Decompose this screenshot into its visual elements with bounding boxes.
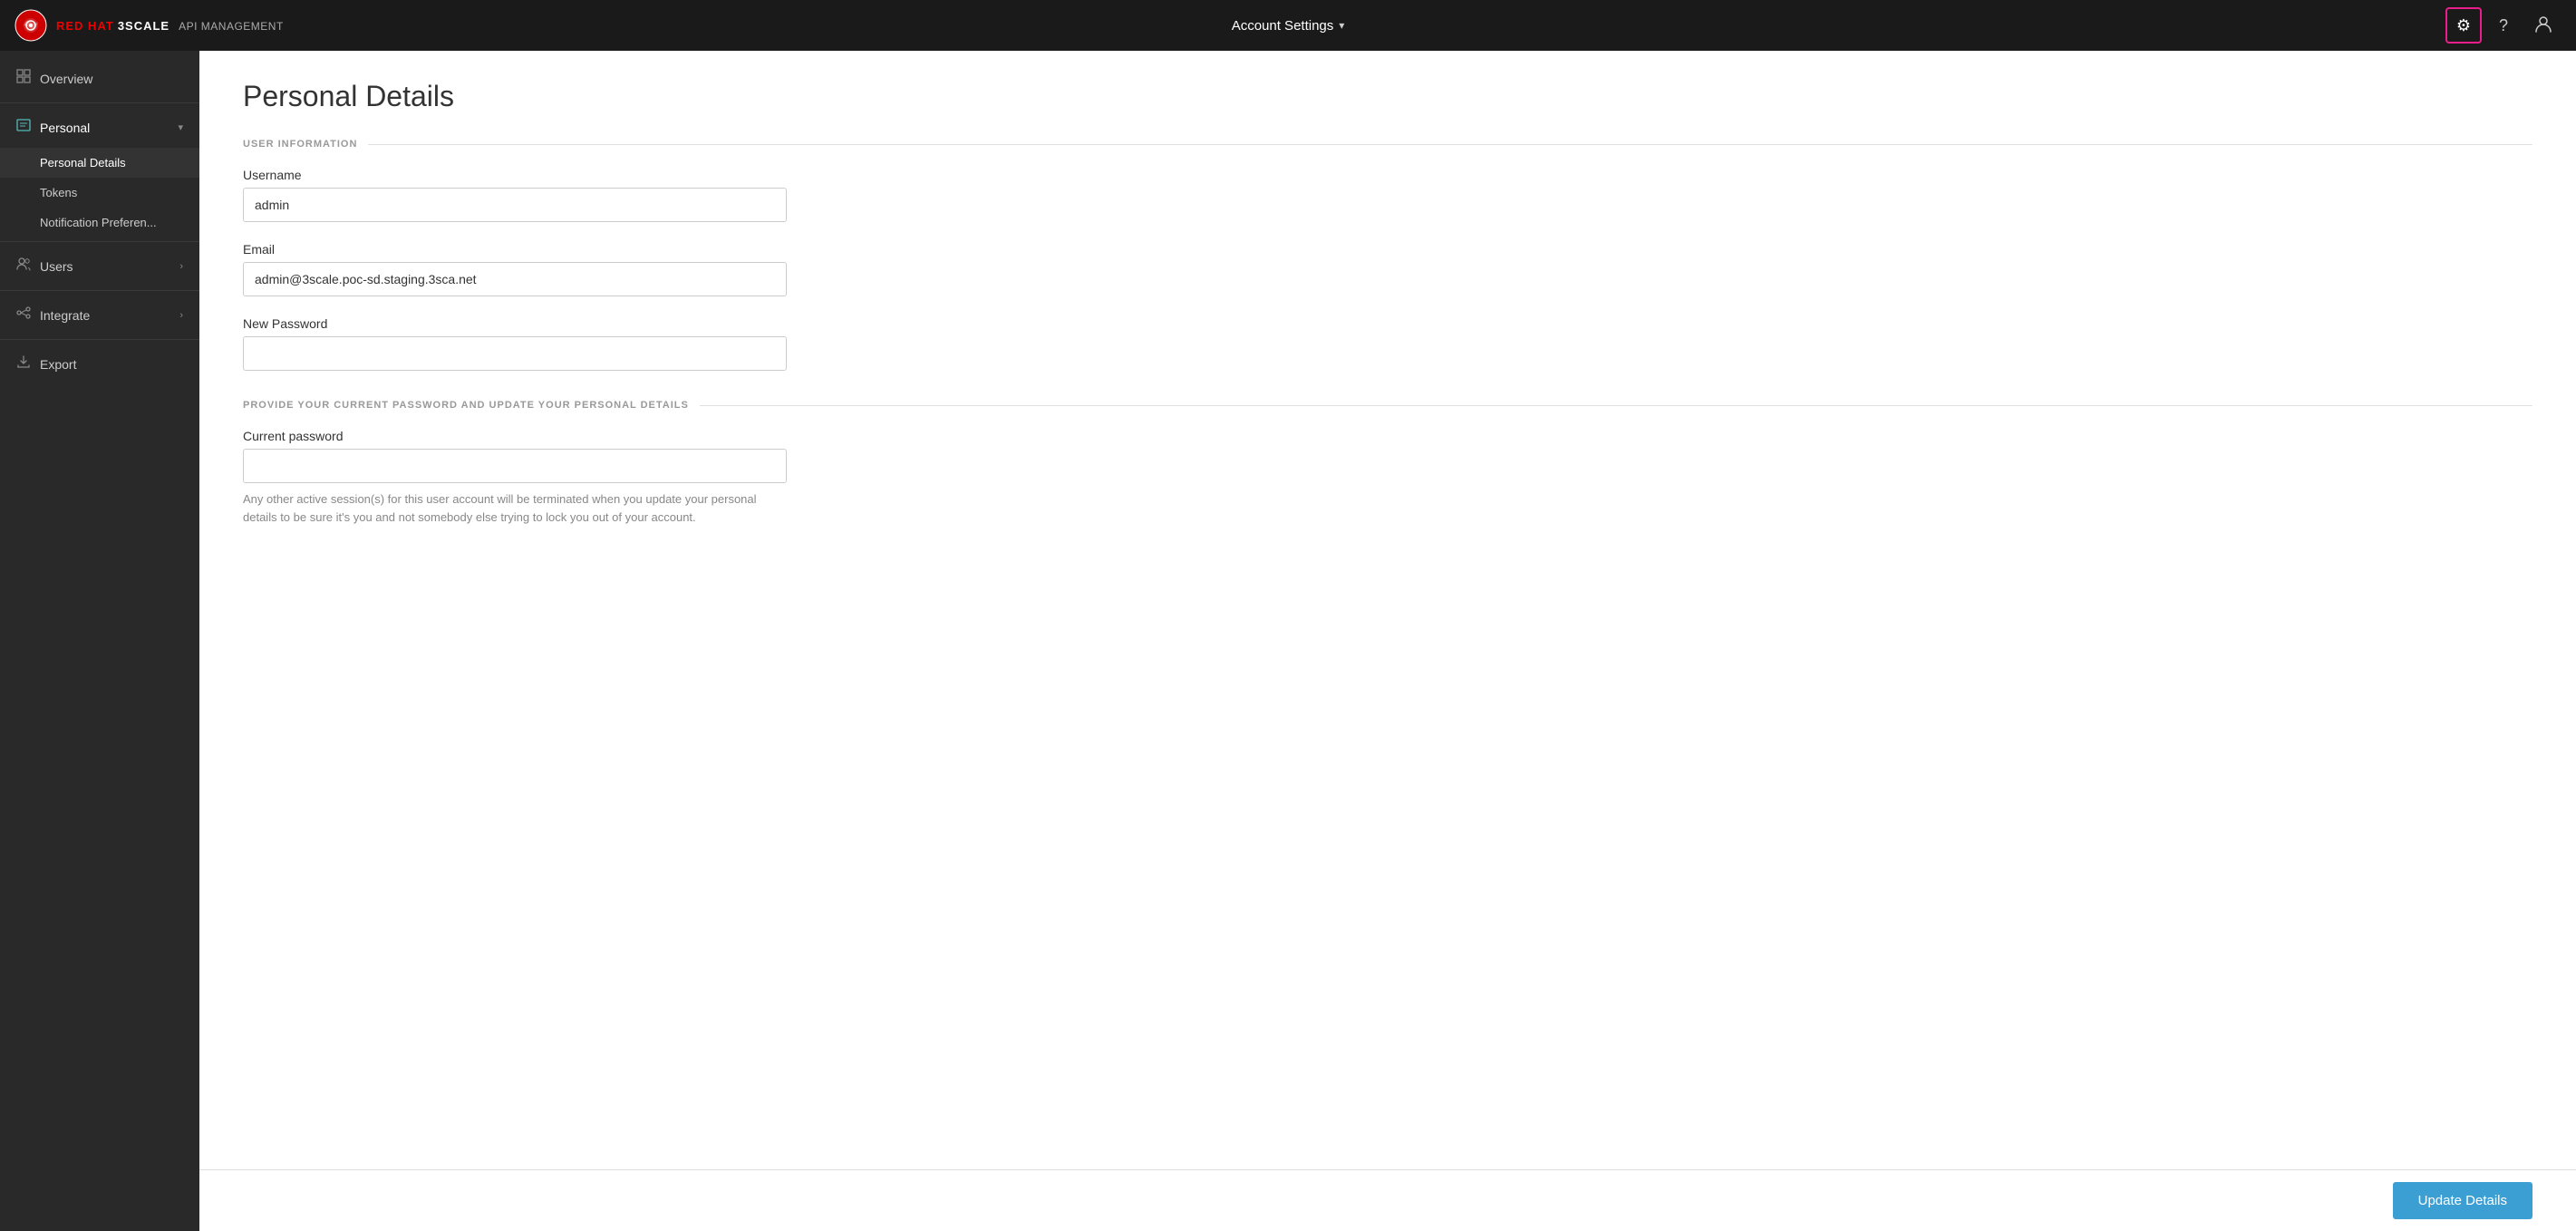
personal-label: Personal — [40, 121, 90, 135]
email-form-group: Email — [243, 242, 2532, 296]
sidebar-item-users[interactable]: Users › — [0, 246, 199, 286]
sidebar-item-tokens[interactable]: Tokens — [0, 178, 199, 208]
page-title: Personal Details — [243, 80, 2532, 113]
username-label: Username — [243, 168, 2532, 182]
tokens-label: Tokens — [40, 186, 77, 199]
email-input[interactable] — [243, 262, 787, 296]
email-label: Email — [243, 242, 2532, 257]
brand-3scale-label: 3SCALE — [118, 19, 169, 33]
users-icon — [16, 257, 31, 276]
account-settings-menu[interactable]: Account Settings ▾ — [1232, 18, 1345, 34]
username-input[interactable] — [243, 188, 787, 222]
integrate-label: Integrate — [40, 308, 90, 323]
export-icon — [16, 354, 31, 373]
bottom-action-bar: Update Details — [199, 1169, 2576, 1231]
personal-icon — [16, 118, 31, 137]
sidebar-divider-1 — [0, 102, 199, 103]
top-navigation: RED HAT 3SCALE API MANAGEMENT Account Se… — [0, 0, 2576, 51]
current-password-label: Current password — [243, 429, 2532, 443]
user-icon — [2533, 14, 2553, 38]
new-password-form-group: New Password — [243, 316, 2532, 371]
sidebar: Overview Personal ▾ Personal Details Tok… — [0, 51, 199, 1231]
notification-label: Notification Preferen... — [40, 216, 157, 229]
integrate-icon — [16, 305, 31, 325]
main-content: Personal Details USER INFORMATION Userna… — [199, 51, 2576, 1231]
sidebar-divider-3 — [0, 290, 199, 291]
user-info-section-label: USER INFORMATION — [243, 139, 2532, 150]
bottom-spacer — [243, 546, 2532, 618]
current-password-form-group: Current password Any other active sessio… — [243, 429, 2532, 526]
sidebar-item-personal-details[interactable]: Personal Details — [0, 148, 199, 178]
brand-api-label: API MANAGEMENT — [179, 20, 284, 33]
settings-button[interactable]: ⚙ — [2445, 7, 2482, 44]
redhat-logo-icon — [15, 9, 47, 42]
account-settings-label: Account Settings — [1232, 18, 1334, 34]
brand-redhat-label: RED HAT — [56, 19, 114, 33]
help-button[interactable]: ? — [2485, 7, 2522, 44]
account-settings-chevron-icon: ▾ — [1339, 19, 1344, 32]
user-button[interactable] — [2525, 7, 2561, 44]
sidebar-item-overview[interactable]: Overview — [0, 58, 199, 99]
sidebar-divider-4 — [0, 339, 199, 340]
sidebar-overview-label: Overview — [40, 72, 92, 86]
new-password-input[interactable] — [243, 336, 787, 371]
personal-details-label: Personal Details — [40, 156, 126, 170]
integrate-chevron-icon: › — [179, 310, 183, 321]
topnav-right-actions: ⚙ ? — [2445, 7, 2561, 44]
personal-chevron-icon: ▾ — [178, 121, 183, 133]
users-chevron-icon: › — [179, 261, 183, 272]
sidebar-item-export[interactable]: Export — [0, 344, 199, 384]
sidebar-item-personal[interactable]: Personal ▾ — [0, 107, 199, 148]
brand-logo-area: RED HAT 3SCALE API MANAGEMENT — [15, 9, 284, 42]
new-password-label: New Password — [243, 316, 2532, 331]
sidebar-item-notification[interactable]: Notification Preferen... — [0, 208, 199, 237]
sidebar-divider-2 — [0, 241, 199, 242]
current-password-section-label: PROVIDE YOUR CURRENT PASSWORD AND UPDATE… — [243, 400, 2532, 411]
export-label: Export — [40, 357, 76, 372]
current-password-input[interactable] — [243, 449, 787, 483]
update-details-button[interactable]: Update Details — [2393, 1182, 2532, 1219]
gear-icon: ⚙ — [2456, 16, 2471, 35]
overview-icon — [16, 69, 31, 88]
users-label: Users — [40, 259, 73, 274]
username-form-group: Username — [243, 168, 2532, 222]
app-layout: Overview Personal ▾ Personal Details Tok… — [0, 51, 2576, 1231]
current-password-help-text: Any other active session(s) for this use… — [243, 490, 787, 526]
help-icon: ? — [2499, 16, 2508, 35]
brand-text: RED HAT 3SCALE API MANAGEMENT — [56, 19, 284, 33]
sidebar-item-integrate[interactable]: Integrate › — [0, 295, 199, 335]
